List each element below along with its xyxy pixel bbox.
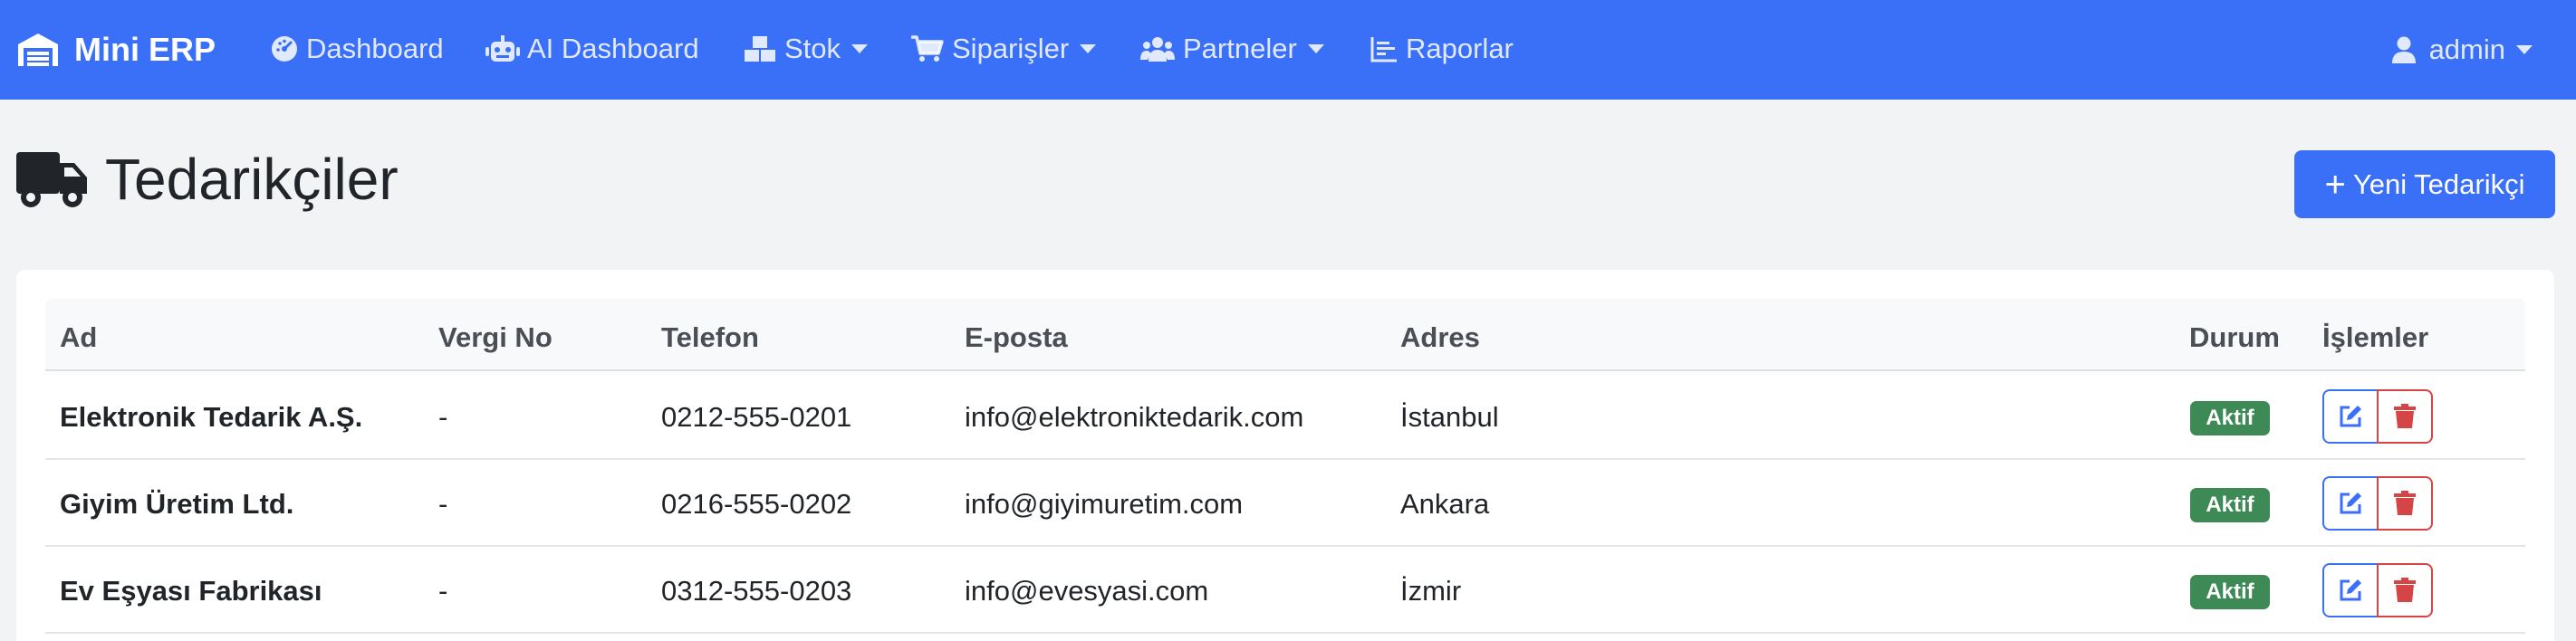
supplier-tax-no: - — [438, 488, 448, 520]
nav-ai-dashboard[interactable]: AI Dashboard — [485, 33, 699, 65]
trash-icon — [2394, 404, 2416, 428]
chevron-down-icon — [1080, 44, 1097, 53]
table-header — [45, 299, 2525, 371]
status-badge: Aktif — [2190, 575, 2270, 609]
supplier-address: İstanbul — [1400, 401, 1499, 433]
supplier-email: info@giyimuretim.com — [965, 488, 1244, 520]
trash-icon — [2394, 491, 2416, 515]
supplier-address: İzmir — [1400, 575, 1462, 607]
boxes-icon — [745, 36, 775, 62]
nav-stok-label: Stok — [784, 33, 841, 64]
column-header-adres: Adres — [1400, 321, 1480, 353]
supplier-email: info@evesyasi.com — [965, 575, 1209, 607]
edit-icon — [2340, 579, 2361, 601]
trash-icon — [2394, 578, 2416, 602]
nav-stok-dropdown[interactable]: Stok — [743, 33, 869, 65]
edit-icon — [2340, 493, 2361, 514]
cart-icon — [911, 35, 944, 62]
edit-button[interactable] — [2322, 476, 2379, 531]
supplier-name: Ev Eşyası Fabrikası — [60, 575, 322, 607]
supplier-name: Elektronik Tedarik A.Ş. — [60, 401, 363, 433]
page-title-text: Tedarikçiler — [105, 147, 399, 212]
status-badge: Aktif — [2190, 401, 2270, 435]
chevron-down-icon — [2516, 45, 2533, 54]
user-icon — [2391, 36, 2416, 63]
chevron-down-icon — [1307, 44, 1324, 53]
nav-partneler-dropdown[interactable]: Partneler — [1139, 33, 1324, 65]
delete-button[interactable] — [2377, 476, 2433, 531]
page-title: Tedarikçiler — [16, 143, 399, 215]
nav-dashboard-label: Dashboard — [306, 33, 444, 64]
column-header-islemler: İşlemler — [2322, 321, 2429, 353]
column-header-e-posta: E-posta — [965, 321, 1068, 353]
edit-icon — [2340, 406, 2361, 427]
user-menu-dropdown[interactable]: admin — [2391, 0, 2533, 100]
brand-name: Mini ERP — [74, 31, 216, 68]
nav-partneler-label: Partneler — [1183, 33, 1297, 64]
robot-icon — [485, 35, 520, 62]
supplier-phone: 0212-555-0201 — [661, 401, 852, 433]
new-supplier-button-label: Yeni Tedarikçi — [2352, 167, 2525, 200]
warehouse-icon — [18, 33, 58, 66]
nav-ai-dashboard-label: AI Dashboard — [527, 33, 699, 64]
supplier-name: Giyim Üretim Ltd. — [60, 488, 294, 520]
truck-icon — [16, 152, 87, 207]
delete-button[interactable] — [2377, 389, 2433, 444]
delete-button[interactable] — [2377, 563, 2433, 617]
top-navbar: Mini ERP Dashboard AI Dashboard Stok Sip… — [0, 0, 2576, 100]
edit-button[interactable] — [2322, 389, 2379, 444]
nav-raporlar[interactable]: Raporlar — [1370, 33, 1514, 65]
user-name: admin — [2428, 33, 2505, 65]
table-row — [45, 460, 2525, 547]
column-header-telefon: Telefon — [661, 321, 759, 353]
chevron-down-icon — [851, 44, 869, 53]
dashboard-gauge-icon — [272, 36, 297, 62]
new-supplier-button[interactable]: + Yeni Tedarikçi — [2294, 150, 2555, 218]
nav-dashboard[interactable]: Dashboard — [270, 33, 444, 65]
chart-icon — [1370, 37, 1397, 62]
column-header-ad: Ad — [60, 321, 98, 353]
column-header-vergi-no: Vergi No — [438, 321, 553, 353]
nav-siparisler-label: Siparişler — [952, 33, 1070, 64]
supplier-tax-no: - — [438, 401, 448, 433]
brand-link[interactable]: Mini ERP — [16, 31, 216, 69]
supplier-address: Ankara — [1400, 488, 1490, 520]
column-header-durum: Durum — [2189, 321, 2280, 353]
nav-siparisler-dropdown[interactable]: Siparişler — [910, 33, 1097, 65]
supplier-phone: 0216-555-0202 — [661, 488, 852, 520]
supplier-phone: 0312-555-0203 — [661, 575, 852, 607]
plus-icon: + — [2324, 164, 2346, 205]
supplier-email: info@elektroniktedarik.com — [965, 401, 1304, 433]
status-badge: Aktif — [2190, 488, 2270, 522]
edit-button[interactable] — [2322, 563, 2379, 617]
supplier-tax-no: - — [438, 575, 448, 607]
users-icon — [1140, 37, 1175, 62]
nav-raporlar-label: Raporlar — [1406, 33, 1514, 64]
table-row — [45, 547, 2525, 634]
